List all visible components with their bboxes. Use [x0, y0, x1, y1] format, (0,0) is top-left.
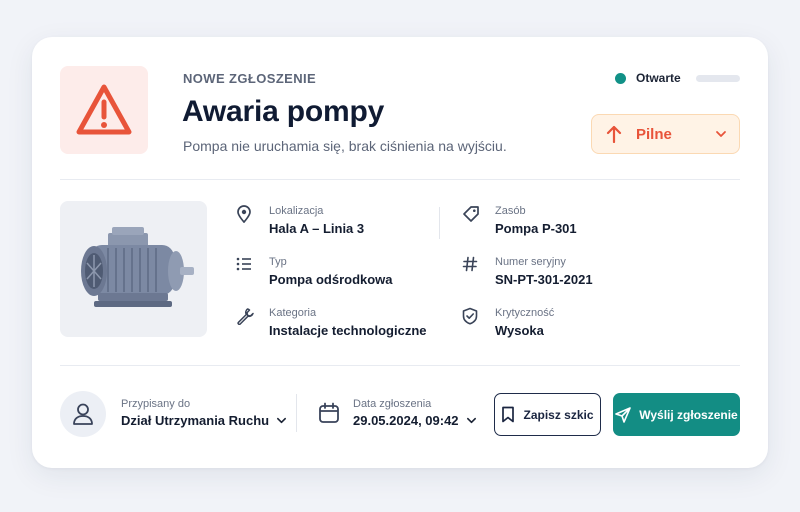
- arrow-up-icon: [606, 125, 622, 143]
- asset-value: Pompa P-301: [495, 221, 577, 236]
- type-label: Typ: [269, 256, 287, 268]
- save-draft-button[interactable]: Zapisz szkic: [494, 393, 601, 436]
- send-report-label: Wyślij zgłoszenie: [639, 407, 738, 422]
- asset-photo: [60, 201, 207, 337]
- send-report-button[interactable]: Wyślij zgłoszenie: [613, 393, 740, 436]
- warning-icon: [76, 84, 132, 135]
- user-icon: [73, 403, 93, 425]
- date-select[interactable]: 29.05.2024, 09:42: [353, 413, 477, 428]
- map-pin-icon: [236, 205, 252, 223]
- divider: [60, 179, 740, 180]
- divider: [60, 365, 740, 366]
- priority-label: Pilne: [636, 125, 672, 143]
- date-value: 29.05.2024, 09:42: [353, 413, 459, 428]
- chevron-down-icon: [715, 128, 727, 140]
- assigned-select[interactable]: Dział Utrzymania Ruchu: [121, 413, 287, 428]
- serial-label: Numer seryjny: [495, 256, 566, 268]
- asset-label: Zasób: [495, 205, 526, 217]
- status-label: Otwarte: [636, 71, 681, 85]
- page-title: Awaria pompy: [182, 95, 385, 128]
- assigned-value: Dział Utrzymania Ruchu: [121, 413, 270, 428]
- pump-motor-image: [80, 227, 194, 307]
- shield-check-icon: [462, 307, 478, 325]
- tag-icon: [462, 205, 480, 223]
- type-value: Pompa odśrodkowa: [269, 272, 393, 287]
- calendar-icon: [318, 402, 340, 424]
- chevron-down-icon: [276, 415, 287, 426]
- location-value: Hala A – Linia 3: [269, 221, 365, 236]
- chevron-down-icon: [466, 415, 477, 426]
- assigned-label: Przypisany do: [121, 398, 191, 410]
- hash-icon: [462, 256, 478, 272]
- footer-separator: [296, 394, 297, 432]
- wrench-icon: [236, 307, 254, 325]
- serial-value: SN-PT-301-2021: [495, 272, 593, 287]
- status-badge: Otwarte: [615, 71, 681, 85]
- status-progress-bar: [696, 75, 740, 82]
- alert-badge: [60, 66, 148, 154]
- detail-separator: [439, 207, 440, 239]
- form-eyebrow: NOWE ZGŁOSZENIE: [183, 71, 317, 86]
- page-subtitle: Pompa nie uruchamia się, brak ciśnienia …: [183, 138, 507, 154]
- criticality-value: Wysoka: [495, 323, 544, 338]
- priority-select[interactable]: Pilne: [591, 114, 740, 154]
- send-icon: [615, 406, 632, 423]
- status-dot-icon: [615, 72, 626, 84]
- date-label: Data zgłoszenia: [353, 398, 432, 410]
- category-label: Kategoria: [269, 307, 317, 319]
- category-value: Instalacje technologiczne: [269, 323, 427, 338]
- location-label: Lokalizacja: [269, 205, 324, 217]
- ticket-card: NOWE ZGŁOSZENIE Awaria pompy Pompa nie u…: [32, 37, 768, 468]
- bookmark-icon: [501, 406, 515, 423]
- avatar: [60, 391, 106, 437]
- criticality-label: Krytyczność: [495, 307, 555, 319]
- list-icon: [236, 256, 252, 272]
- save-draft-label: Zapisz szkic: [523, 407, 594, 422]
